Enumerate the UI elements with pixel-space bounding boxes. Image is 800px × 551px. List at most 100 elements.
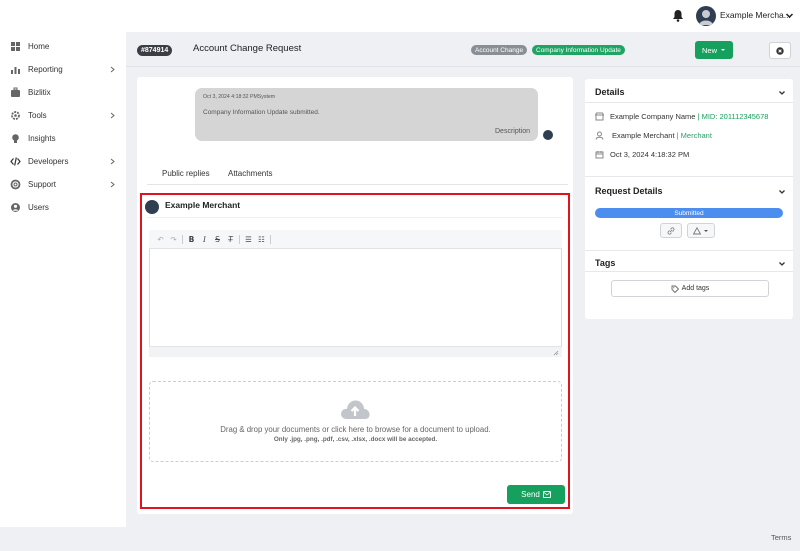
sidebar-item-developers[interactable]: Developers xyxy=(0,153,126,169)
dropzone-accepted-types: Only .jpg, .png, .pdf, .csv, .xlsx, .doc… xyxy=(273,436,438,443)
sidebar-item-reporting[interactable]: Reporting xyxy=(0,61,126,77)
company-info: Example Company Name | MID: 201112345678 xyxy=(610,112,768,121)
redo-icon[interactable]: ↷ xyxy=(167,233,180,245)
chevron-down-icon[interactable] xyxy=(778,89,786,97)
sidebar-item-label: Support xyxy=(28,179,57,189)
sidebar: Home Reporting Bizlitix Tools Insights D… xyxy=(0,32,126,527)
ticket-id-badge: #874914 xyxy=(137,45,173,56)
send-mail-icon xyxy=(542,491,551,498)
chevron-down-icon[interactable] xyxy=(778,188,786,196)
tags-title: Tags xyxy=(595,258,616,268)
caret-down-icon xyxy=(721,49,725,51)
reply-author: Example Merchant xyxy=(165,200,241,210)
new-button-label: New xyxy=(701,45,717,55)
created-date: Oct 3, 2024 4:18:32 PM xyxy=(610,150,690,159)
bold-icon[interactable]: B xyxy=(185,233,198,245)
resize-handle-icon[interactable] xyxy=(553,350,559,356)
link-icon xyxy=(667,226,675,235)
message-label: Description xyxy=(495,128,531,135)
cloud-upload-icon xyxy=(341,400,370,419)
italic-icon[interactable]: I xyxy=(198,233,211,245)
avatar xyxy=(543,130,553,140)
sidebar-item-label: Home xyxy=(28,41,50,51)
sidebar-item-label: Bizlitix xyxy=(28,87,51,97)
sidebar-item-insights[interactable]: Insights xyxy=(0,130,126,146)
avatar xyxy=(145,200,159,214)
footer xyxy=(0,527,800,551)
home-icon xyxy=(11,41,20,51)
sidebar-item-home[interactable]: Home xyxy=(0,38,126,54)
tab-public-replies[interactable]: Public replies xyxy=(162,169,210,178)
sidebar-item-label: Tools xyxy=(28,110,47,120)
caret-down-icon xyxy=(704,229,708,232)
tag-icon xyxy=(671,285,679,293)
status-label: Submitted xyxy=(674,209,704,217)
toolbar-separator xyxy=(182,234,183,244)
chevron-right-icon xyxy=(110,112,115,118)
chevron-right-icon xyxy=(110,66,115,72)
priority-dropdown[interactable] xyxy=(687,223,715,238)
undo-icon[interactable]: ↶ xyxy=(154,233,167,245)
request-details-title: Request Details xyxy=(595,186,663,196)
new-button[interactable]: New xyxy=(695,41,733,59)
strikethrough-icon[interactable]: S xyxy=(211,233,224,245)
sidebar-item-bizlitix[interactable]: Bizlitix xyxy=(0,84,126,100)
merchant-info: Example Merchant | Merchant xyxy=(612,131,712,140)
send-button-label: Send xyxy=(521,490,540,499)
bell-icon[interactable] xyxy=(672,9,684,22)
page-title: Account Change Request xyxy=(193,43,302,54)
terms-link[interactable]: Terms xyxy=(771,533,791,542)
dropzone-instructions: Drag & drop your documents or click here… xyxy=(220,425,491,434)
divider xyxy=(585,176,793,177)
user-name[interactable]: Example Mercha... xyxy=(720,10,791,20)
sidebar-item-users[interactable]: Users xyxy=(0,199,126,215)
bullet-list-icon[interactable]: ☷ xyxy=(255,233,268,245)
reply-editor[interactable] xyxy=(149,230,562,357)
close-ticket-button[interactable] xyxy=(769,42,791,59)
editor-toolbar: ↶ ↷ B I S T̶ ☰ ☷ xyxy=(149,230,562,249)
lifebuoy-icon xyxy=(10,179,21,189)
chevron-right-icon xyxy=(110,158,115,164)
user-icon xyxy=(595,131,604,140)
calendar-icon xyxy=(595,151,604,159)
toolbar-separator xyxy=(270,234,271,244)
tab-attachments[interactable]: Attachments xyxy=(228,169,272,178)
top-bar: Example Mercha... xyxy=(0,0,800,32)
store-icon xyxy=(595,112,604,121)
chevron-down-icon[interactable] xyxy=(778,260,786,268)
add-tags-button[interactable]: Add tags xyxy=(611,280,769,297)
divider xyxy=(585,102,793,103)
send-button[interactable]: Send xyxy=(507,485,565,504)
clear-format-icon[interactable]: T̶ xyxy=(224,233,237,245)
sidebar-item-tools[interactable]: Tools xyxy=(0,107,126,123)
category-badge: Account Change xyxy=(471,45,528,55)
code-icon xyxy=(10,156,21,166)
status-progress-bar: Submitted xyxy=(595,208,783,218)
sidebar-item-label: Insights xyxy=(28,133,56,143)
close-circle-icon xyxy=(776,46,784,55)
briefcase-icon xyxy=(11,87,20,97)
link-button[interactable] xyxy=(660,223,682,238)
user-circle-icon xyxy=(11,202,20,212)
user-avatar[interactable] xyxy=(696,6,716,26)
merchant-id: | MID: 201112345678 xyxy=(697,112,769,121)
file-dropzone[interactable] xyxy=(149,381,562,462)
sidebar-item-label: Developers xyxy=(28,156,69,166)
editor-statusbar xyxy=(149,346,562,357)
gear-icon xyxy=(11,110,20,120)
type-badge: Company Information Update xyxy=(532,45,625,55)
ordered-list-icon[interactable]: ☰ xyxy=(242,233,255,245)
divider xyxy=(585,250,793,251)
warning-icon xyxy=(693,226,701,234)
divider xyxy=(585,271,793,272)
message-text: Company Information Update submitted. xyxy=(203,109,320,116)
message-timestamp: Oct 3, 2024 4:18:32 PMSystem xyxy=(203,94,276,100)
details-title: Details xyxy=(595,87,625,97)
sidebar-item-label: Reporting xyxy=(28,64,63,74)
bar-chart-icon xyxy=(11,66,20,74)
chevron-down-icon[interactable] xyxy=(785,11,794,20)
sidebar-item-support[interactable]: Support xyxy=(0,176,126,192)
company-name: Example Company Name xyxy=(610,112,696,121)
add-tags-label: Add tags xyxy=(681,285,710,292)
merchant-role: | Merchant xyxy=(676,131,712,140)
